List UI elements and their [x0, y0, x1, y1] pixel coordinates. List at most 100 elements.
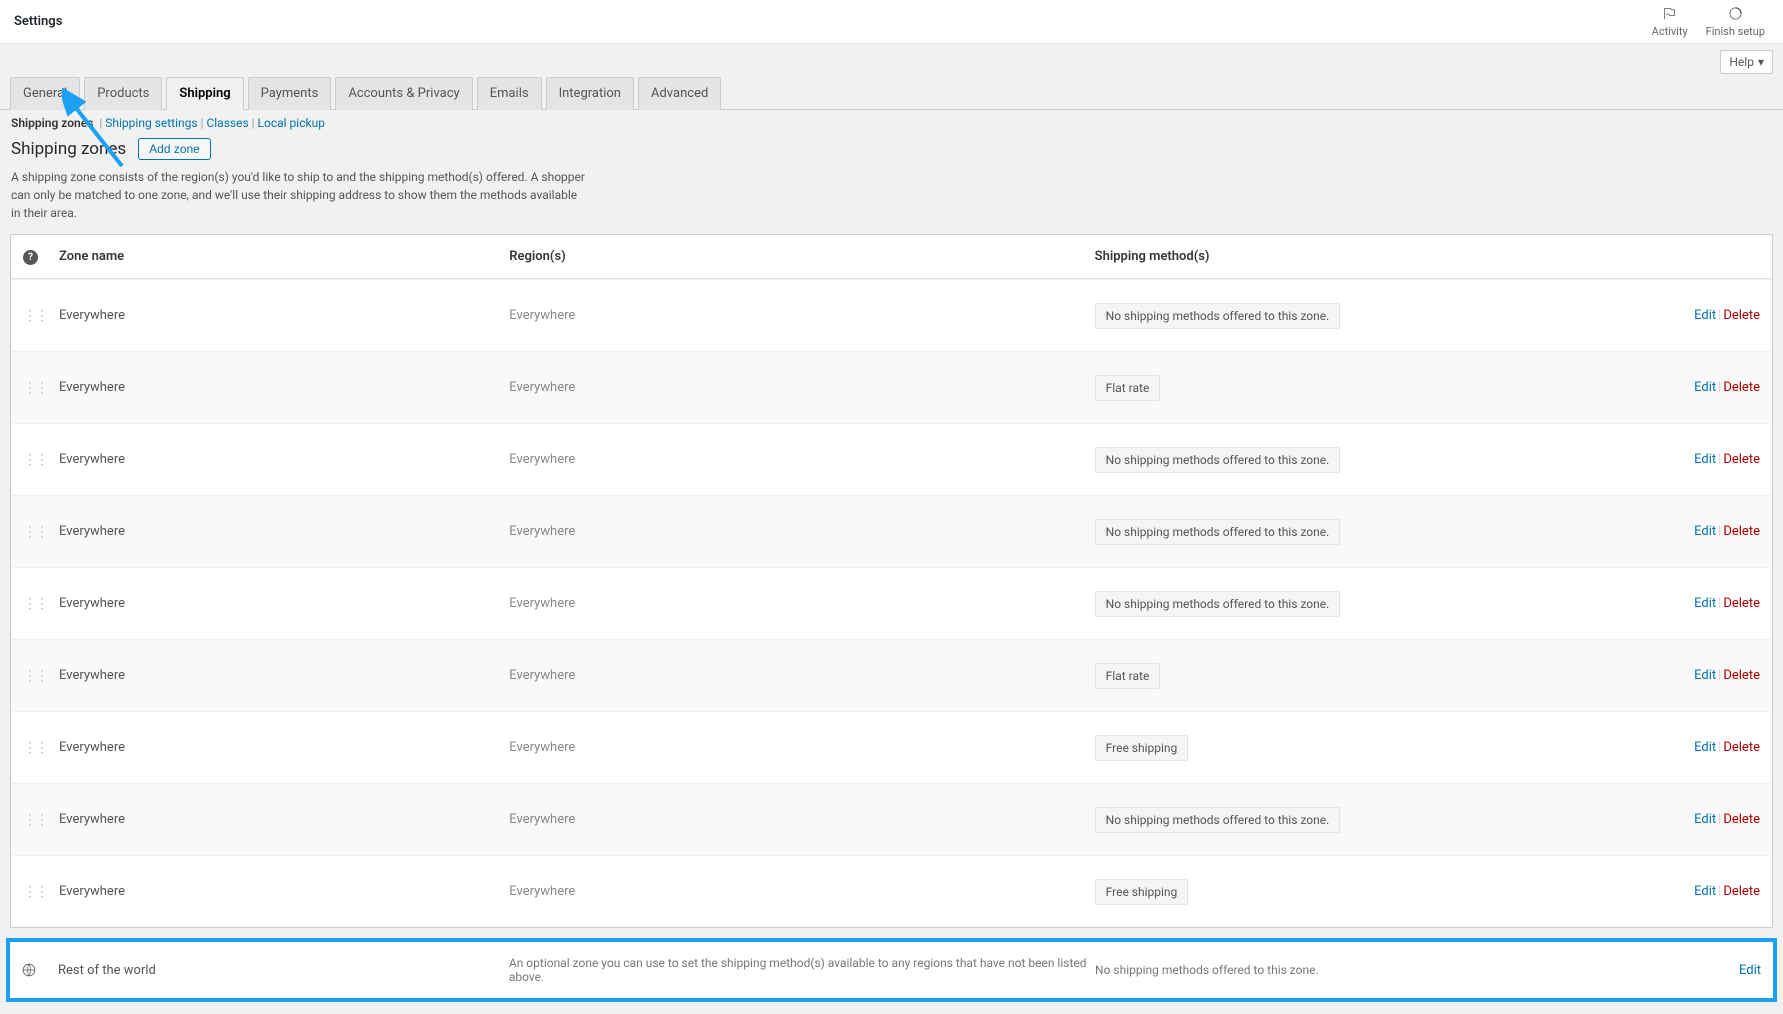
drag-handle-icon[interactable]: ⋮⋮ [23, 308, 59, 324]
section-description: A shipping zone consists of the region(s… [0, 168, 600, 222]
settings-tabs: GeneralProductsShippingPaymentsAccounts … [0, 76, 1783, 110]
delete-link[interactable]: Delete [1723, 524, 1760, 539]
help-row: Help ▾ [0, 44, 1783, 74]
shipping-subnav: Shipping zones | Shipping settings | Cla… [0, 110, 1783, 136]
delete-link[interactable]: Delete [1723, 812, 1760, 827]
zone-method: No shipping methods offered to this zone… [1095, 591, 1590, 617]
table-row: ⋮⋮EverywhereEverywhereFree shippingEdit|… [11, 711, 1772, 783]
row-actions: Edit|Delete [1590, 812, 1760, 827]
activity-label: Activity [1652, 25, 1688, 38]
zone-name: Everywhere [59, 380, 509, 395]
rest-of-world-row: Rest of the world An optional zone you c… [6, 938, 1777, 1002]
col-method: Shipping method(s) [1095, 249, 1590, 264]
zone-region: Everywhere [509, 812, 1094, 827]
help-icon[interactable]: ? [23, 249, 59, 265]
action-separator: | [1718, 596, 1721, 611]
tab-shipping[interactable]: Shipping [166, 77, 243, 110]
delete-link[interactable]: Delete [1723, 668, 1760, 683]
rest-zone-description: An optional zone you can use to set the … [509, 956, 1095, 984]
drag-handle-icon[interactable]: ⋮⋮ [23, 380, 59, 396]
method-chip: No shipping methods offered to this zone… [1095, 303, 1341, 329]
subnav-separator: | [249, 116, 258, 130]
edit-link[interactable]: Edit [1694, 596, 1716, 611]
edit-link[interactable]: Edit [1694, 380, 1716, 395]
rest-row-actions: Edit [1591, 963, 1761, 978]
subnav-link-shipping-settings[interactable]: Shipping settings [105, 116, 197, 130]
zone-method: No shipping methods offered to this zone… [1095, 303, 1590, 329]
method-chip: No shipping methods offered to this zone… [1095, 447, 1341, 473]
drag-handle-icon[interactable]: ⋮⋮ [23, 668, 59, 684]
top-bar-actions: Activity Finish setup [1652, 6, 1765, 38]
method-chip: No shipping methods offered to this zone… [1095, 591, 1341, 617]
zone-method: No shipping methods offered to this zone… [1095, 807, 1590, 833]
drag-handle-icon[interactable]: ⋮⋮ [23, 740, 59, 756]
action-separator: | [1718, 308, 1721, 323]
row-actions: Edit|Delete [1590, 740, 1760, 755]
zone-region: Everywhere [509, 308, 1094, 323]
finish-setup-button[interactable]: Finish setup [1706, 6, 1765, 38]
zone-name: Everywhere [59, 308, 509, 323]
finish-setup-label: Finish setup [1706, 25, 1765, 38]
drag-handle-icon[interactable]: ⋮⋮ [23, 452, 59, 468]
method-chip: Flat rate [1095, 375, 1161, 401]
col-region: Region(s) [509, 249, 1094, 264]
method-chip: Free shipping [1095, 735, 1189, 761]
zone-name: Everywhere [59, 740, 509, 755]
zone-name: Everywhere [59, 668, 509, 683]
action-separator: | [1718, 524, 1721, 539]
globe-icon [22, 963, 36, 977]
tab-emails[interactable]: Emails [477, 77, 542, 110]
row-actions: Edit|Delete [1590, 524, 1760, 539]
zone-method: No shipping methods offered to this zone… [1095, 519, 1590, 545]
delete-link[interactable]: Delete [1723, 380, 1760, 395]
drag-handle-icon[interactable]: ⋮⋮ [23, 524, 59, 540]
delete-link[interactable]: Delete [1723, 740, 1760, 755]
zone-name: Everywhere [59, 524, 509, 539]
delete-link[interactable]: Delete [1723, 596, 1760, 611]
action-separator: | [1718, 380, 1721, 395]
action-separator: | [1718, 740, 1721, 755]
delete-link[interactable]: Delete [1723, 452, 1760, 467]
activity-button[interactable]: Activity [1652, 6, 1688, 38]
edit-link[interactable]: Edit [1694, 668, 1716, 683]
top-bar: Settings Activity Finish setup [0, 0, 1783, 44]
table-header: ? Zone name Region(s) Shipping method(s) [11, 235, 1772, 279]
tab-products[interactable]: Products [84, 77, 162, 110]
zone-method: Free shipping [1095, 879, 1590, 905]
tab-general[interactable]: General [10, 77, 80, 110]
table-row: ⋮⋮EverywhereEverywhereNo shipping method… [11, 783, 1772, 855]
rest-zone-name: Rest of the world [58, 963, 509, 978]
table-row: ⋮⋮EverywhereEverywhereFlat rateEdit|Dele… [11, 351, 1772, 423]
tab-advanced[interactable]: Advanced [638, 77, 721, 110]
add-zone-button[interactable]: Add zone [138, 138, 211, 160]
tab-accounts-privacy[interactable]: Accounts & Privacy [335, 77, 472, 110]
method-chip: Free shipping [1095, 879, 1189, 905]
delete-link[interactable]: Delete [1723, 308, 1760, 323]
help-dropdown[interactable]: Help ▾ [1720, 50, 1773, 74]
edit-link[interactable]: Edit [1694, 740, 1716, 755]
zone-region: Everywhere [509, 668, 1094, 683]
edit-link[interactable]: Edit [1694, 452, 1716, 467]
row-actions: Edit|Delete [1590, 596, 1760, 611]
col-zone-name: Zone name [59, 249, 509, 264]
edit-link[interactable]: Edit [1694, 308, 1716, 323]
progress-circle-icon [1728, 6, 1743, 25]
zone-method: Flat rate [1095, 375, 1590, 401]
zone-region: Everywhere [509, 380, 1094, 395]
help-label: Help [1729, 55, 1754, 69]
subnav-current: Shipping zones [11, 116, 93, 130]
zone-name: Everywhere [59, 596, 509, 611]
subnav-link-local-pickup[interactable]: Local pickup [258, 116, 325, 130]
edit-link[interactable]: Edit [1694, 524, 1716, 539]
subnav-link-classes[interactable]: Classes [206, 116, 248, 130]
drag-handle-icon[interactable]: ⋮⋮ [23, 884, 59, 900]
flag-icon [1662, 6, 1677, 25]
edit-link[interactable]: Edit [1739, 963, 1761, 978]
edit-link[interactable]: Edit [1694, 812, 1716, 827]
drag-handle-icon[interactable]: ⋮⋮ [23, 812, 59, 828]
method-chip: Flat rate [1095, 663, 1161, 689]
tab-payments[interactable]: Payments [248, 77, 332, 110]
page-title: Settings [14, 14, 62, 29]
tab-integration[interactable]: Integration [546, 77, 634, 110]
drag-handle-icon[interactable]: ⋮⋮ [23, 596, 59, 612]
